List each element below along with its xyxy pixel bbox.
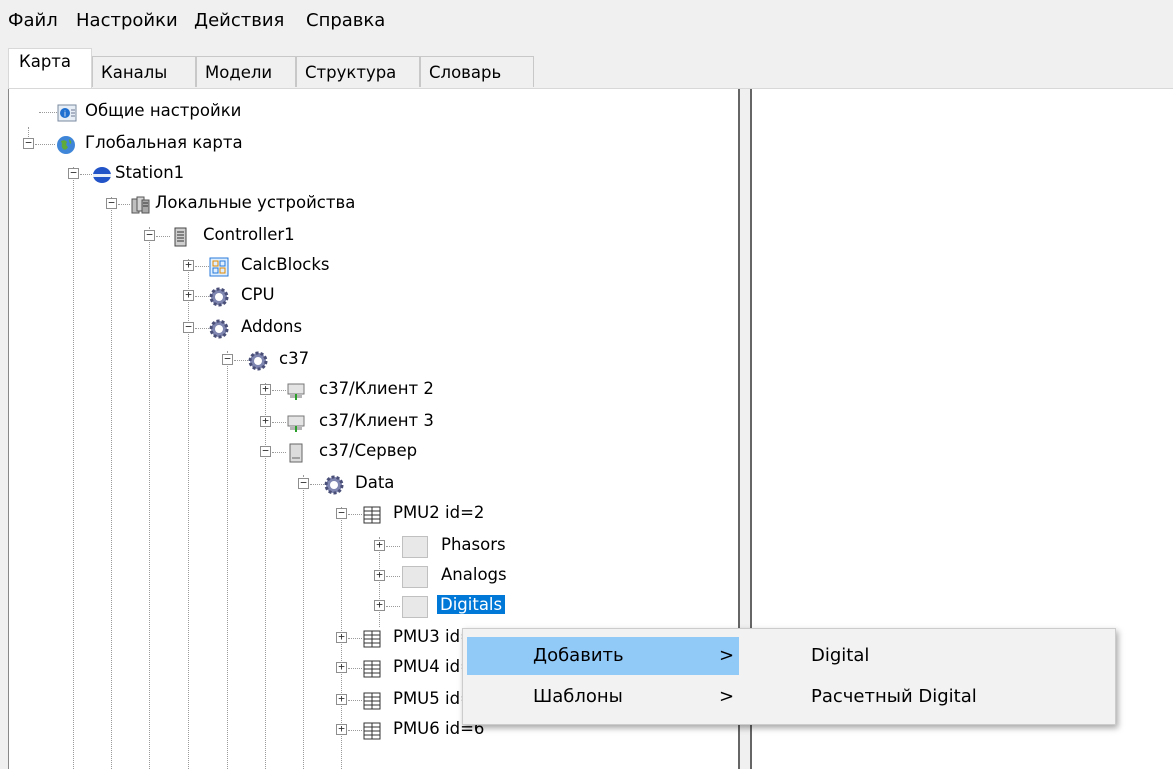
menu-file[interactable]: Файл (8, 10, 58, 31)
tree-item-cpu[interactable]: + CPU (9, 281, 709, 312)
submenu-arrow-icon: > (719, 645, 735, 666)
client-computer-icon (287, 383, 305, 400)
submenu-arrow-icon: > (719, 686, 735, 707)
tree-item-label: c37 (279, 349, 310, 368)
menu-settings[interactable]: Настройки (76, 10, 178, 31)
collapse-icon[interactable]: − (23, 137, 34, 149)
tree-item-pmu2[interactable]: − PMU2 id=2 (9, 499, 709, 530)
tab-dictionary[interactable]: Словарь (420, 56, 534, 87)
gear-icon (324, 475, 344, 495)
pmu-grid-icon (363, 660, 381, 678)
context-menu-label: Шаблоны (533, 686, 623, 707)
tree-item-label: Station1 (115, 163, 185, 182)
tree-item-station[interactable]: − Station1 (9, 159, 709, 190)
tree-item-label: Общие настройки (85, 101, 242, 120)
collapse-icon[interactable]: − (222, 353, 233, 365)
tree-item-analogs[interactable]: + Analogs (9, 561, 709, 592)
pmu-grid-icon (363, 506, 381, 524)
collapse-icon[interactable]: − (336, 507, 347, 519)
tree-item-label: Addons (241, 317, 303, 336)
expand-icon[interactable]: + (336, 631, 347, 643)
tree-item-global-map[interactable]: − Глобальная карта (9, 129, 709, 160)
expand-icon[interactable]: + (183, 259, 194, 271)
expand-icon[interactable]: + (336, 723, 347, 735)
tree-item-c37[interactable]: − c37 (9, 345, 709, 376)
context-menu-templates[interactable]: Шаблоны > (467, 678, 739, 716)
tree-item-client3[interactable]: + c37/Клиент 3 (9, 407, 709, 438)
tree-item-server[interactable]: − c37/Сервер (9, 437, 709, 468)
collapse-icon[interactable]: − (106, 197, 117, 209)
collapse-icon[interactable]: − (298, 477, 309, 489)
expand-icon[interactable]: + (336, 693, 347, 705)
tree-item-local-devices[interactable]: − Локальные устройства (9, 189, 709, 220)
menu-bar: Файл Настройки Действия Справка (0, 0, 1173, 40)
tree-item-label: CPU (241, 285, 275, 304)
server-icon (289, 443, 303, 463)
context-menu: Добавить > Шаблоны > Digital Расчетный D… (462, 628, 1116, 725)
tree-item-label: c37/Клиент 3 (319, 411, 434, 430)
context-menu-label: Добавить (533, 645, 624, 666)
submenu-digital[interactable]: Digital (753, 637, 1109, 675)
tree-item-calcblocks[interactable]: + CalcBlocks (9, 251, 709, 282)
folder-box-icon (402, 566, 428, 588)
tree-item-label: Data (355, 473, 395, 492)
settings-doc-icon: i (57, 104, 77, 122)
controller-icon (174, 227, 187, 247)
client-computer-icon (287, 415, 305, 432)
tree-item-label: Analogs (441, 565, 507, 584)
expand-icon[interactable]: + (336, 661, 347, 673)
tab-structure[interactable]: Структура (296, 56, 420, 87)
gear-icon (209, 287, 229, 307)
tree-item-data[interactable]: − Data (9, 469, 709, 500)
context-menu-add[interactable]: Добавить > (467, 637, 739, 675)
tree-item-label-selected: Digitals (437, 595, 506, 614)
tree-item-label: Controller1 (203, 225, 295, 244)
tree-item-label: CalcBlocks (241, 255, 330, 274)
tree-item-general-settings[interactable]: i Общие настройки (9, 97, 709, 128)
pmu-grid-icon (363, 692, 381, 710)
tree-item-label: Phasors (441, 535, 506, 554)
folder-box-icon (402, 536, 428, 558)
collapse-icon[interactable]: − (144, 229, 155, 241)
gear-icon (209, 319, 229, 339)
gear-icon (248, 351, 268, 371)
tab-models[interactable]: Модели (196, 56, 296, 87)
menu-actions[interactable]: Действия (194, 10, 284, 31)
expand-icon[interactable]: + (260, 383, 271, 395)
expand-icon[interactable]: + (374, 569, 385, 581)
tab-channels[interactable]: Каналы (92, 56, 196, 87)
collapse-icon[interactable]: − (183, 321, 194, 333)
tree-item-label: Глобальная карта (85, 133, 243, 152)
devices-icon (131, 196, 150, 214)
calcblocks-icon (209, 257, 229, 277)
tree-item-controller[interactable]: − Controller1 (9, 221, 709, 252)
menu-help[interactable]: Справка (306, 10, 385, 31)
tree-item-digitals[interactable]: + Digitals (9, 591, 709, 622)
tree-item-client2[interactable]: + c37/Клиент 2 (9, 375, 709, 406)
svg-text:i: i (64, 110, 66, 119)
submenu-calc-digital[interactable]: Расчетный Digital (753, 678, 1109, 716)
tree-item-phasors[interactable]: + Phasors (9, 531, 709, 562)
pmu-grid-icon (363, 630, 381, 648)
collapse-icon[interactable]: − (260, 445, 271, 457)
globe-icon (57, 136, 75, 154)
expand-icon[interactable]: + (260, 415, 271, 427)
expand-icon[interactable]: + (374, 539, 385, 551)
station-icon (93, 167, 111, 183)
tab-map[interactable]: Карта (8, 48, 92, 90)
tree-item-label: c37/Сервер (319, 441, 418, 460)
folder-box-icon (402, 596, 428, 618)
submenu-label: Digital (811, 645, 870, 666)
pmu-grid-icon (363, 722, 381, 740)
collapse-icon[interactable]: − (68, 167, 79, 179)
expand-icon[interactable]: + (374, 599, 385, 611)
tree-item-label: PMU2 id=2 (393, 503, 485, 522)
submenu-label: Расчетный Digital (811, 686, 977, 707)
tree-item-label: c37/Клиент 2 (319, 379, 434, 398)
tree-item-addons[interactable]: − Addons (9, 313, 709, 344)
tree-item-label: Локальные устройства (155, 193, 356, 212)
expand-icon[interactable]: + (183, 289, 194, 301)
